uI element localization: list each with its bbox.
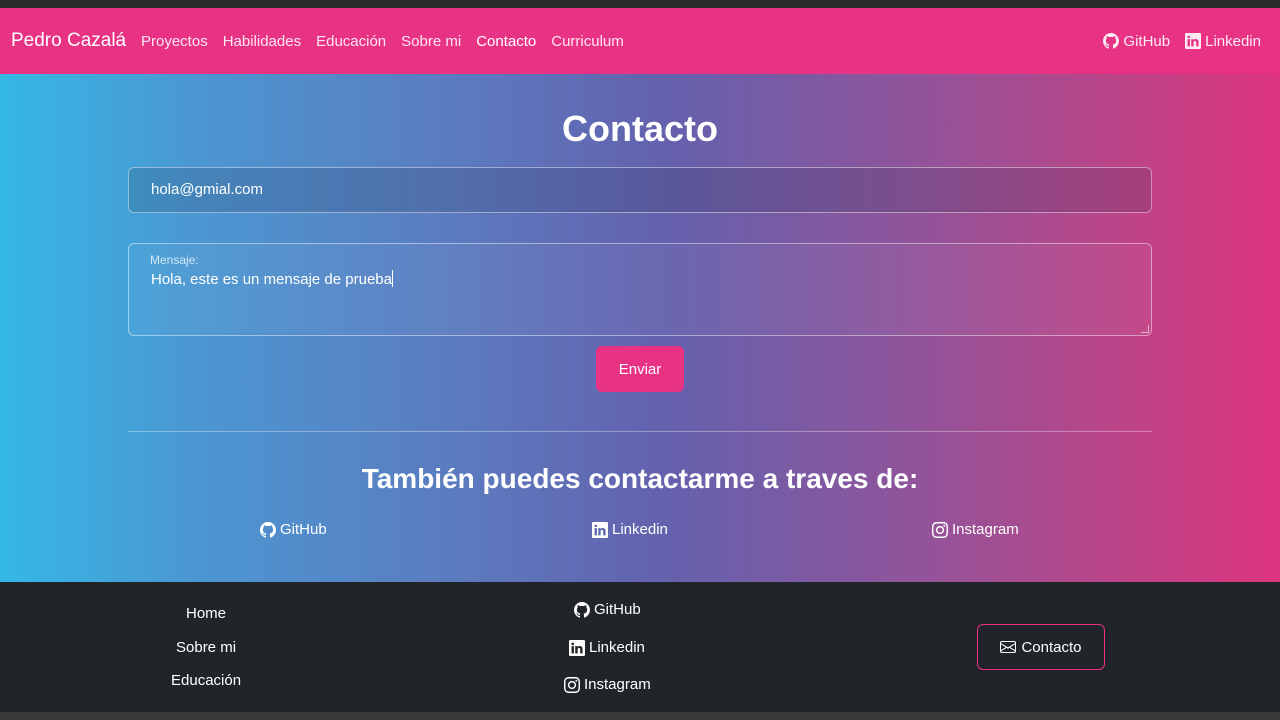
footer-github-link[interactable]: GitHub	[574, 601, 641, 618]
message-label: Mensaje:	[150, 253, 199, 267]
nav-linkedin-link[interactable]: Linkedin	[1185, 33, 1261, 50]
alt-instagram-label: Instagram	[952, 521, 1019, 538]
footer-home-link[interactable]: Home	[186, 605, 226, 622]
window-bottom-strip	[0, 712, 1280, 720]
page-title: Contacto	[562, 108, 718, 149]
alt-github-label: GitHub	[280, 521, 327, 538]
envelope-icon	[1000, 639, 1017, 655]
window-top-strip	[0, 0, 1280, 8]
footer-github-label: GitHub	[594, 601, 641, 618]
linkedin-icon	[569, 639, 585, 656]
nav-link-proyectos[interactable]: Proyectos	[141, 33, 208, 50]
footer-education-link[interactable]: Educación	[171, 672, 241, 689]
footer: Home Sobre mi Educación GitHub Linkedin …	[0, 582, 1280, 712]
nav-link-sobre-mi[interactable]: Sobre mi	[401, 33, 461, 50]
alt-github-link[interactable]: GitHub	[260, 521, 327, 538]
github-icon	[1103, 33, 1120, 49]
linkedin-icon	[1185, 33, 1202, 49]
email-field[interactable]: hola@gmial.com	[128, 167, 1152, 213]
nav-social-links: GitHub Linkedin	[1103, 33, 1261, 50]
text-caret	[392, 270, 393, 287]
footer-contact-button[interactable]: Contacto	[977, 624, 1105, 670]
nav-links: Proyectos Habilidades Educación Sobre mi…	[141, 33, 624, 50]
alt-instagram-link[interactable]: Instagram	[932, 521, 1019, 538]
nav-link-educacion[interactable]: Educación	[316, 33, 386, 50]
nav-link-contacto[interactable]: Contacto	[476, 33, 536, 50]
nav-link-curriculum[interactable]: Curriculum	[551, 33, 624, 50]
footer-linkedin-label: Linkedin	[589, 639, 645, 656]
footer-about-link[interactable]: Sobre mi	[176, 639, 236, 656]
nav-github-label: GitHub	[1123, 32, 1171, 50]
github-icon	[260, 521, 276, 538]
github-icon	[574, 601, 590, 618]
alt-linkedin-link[interactable]: Linkedin	[592, 521, 668, 538]
send-button[interactable]: Enviar	[596, 346, 684, 392]
brand-name[interactable]: Pedro Cazalá	[11, 30, 126, 52]
alt-linkedin-label: Linkedin	[612, 521, 668, 538]
nav-link-habilidades[interactable]: Habilidades	[223, 33, 301, 50]
linkedin-icon	[592, 521, 608, 538]
message-text: Hola, este es un mensaje de prueba	[151, 270, 393, 288]
message-textarea[interactable]: Mensaje: Hola, este es un mensaje de pru…	[128, 243, 1152, 336]
divider	[128, 431, 1152, 432]
nav-github-link[interactable]: GitHub	[1103, 33, 1170, 50]
contact-section: Contacto hola@gmial.com Mensaje: Hola, e…	[0, 74, 1280, 582]
footer-contact-label: Contacto	[1021, 638, 1082, 656]
footer-linkedin-link[interactable]: Linkedin	[569, 639, 645, 656]
footer-instagram-link[interactable]: Instagram	[564, 676, 651, 693]
nav-linkedin-label: Linkedin	[1205, 32, 1261, 50]
resize-handle-icon[interactable]	[1141, 325, 1149, 333]
instagram-icon	[932, 521, 948, 538]
alternatives-title: También puedes contactarme a traves de:	[361, 463, 919, 494]
footer-instagram-label: Instagram	[584, 676, 651, 693]
navbar: Pedro Cazalá Proyectos Habilidades Educa…	[0, 8, 1280, 74]
instagram-icon	[564, 676, 580, 693]
